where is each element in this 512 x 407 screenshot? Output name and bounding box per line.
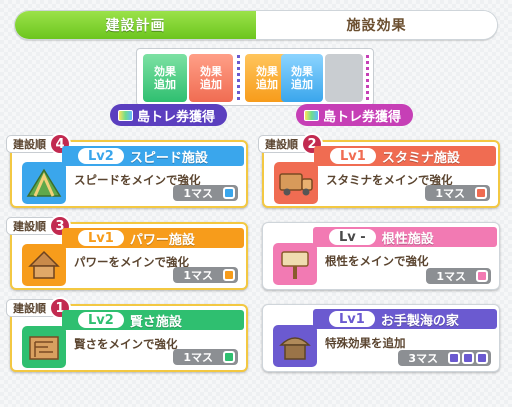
facility-description: 特殊効果を追加 (325, 336, 406, 350)
island-training-ticket-badge: 島トレ券獲得 (110, 104, 228, 126)
plan-slot-effect-add[interactable]: 効果 追加 (189, 54, 233, 102)
facility-name: 賢さ施設 (129, 314, 182, 330)
mass-square (462, 352, 474, 364)
facility-name: 根性施設 (381, 231, 434, 247)
level-badge: Lv - (329, 229, 376, 245)
plan-slot-effect-add[interactable]: 効果 追加 (143, 54, 187, 102)
facility-name: お手製海の家 (380, 313, 459, 329)
facility-card-wisdom[interactable]: 建設順 1 Lv2 賢さ施設 賢さをメインで強化 1マス (6, 297, 248, 372)
beach-house-icon (273, 325, 317, 367)
mass-square (223, 351, 235, 363)
facility-name: スピード施設 (129, 150, 208, 166)
construction-plan-slots: 効果 追加 効果 追加 効果 追加 効果 追加 (136, 48, 374, 106)
build-order-badge: 建設順 1 (6, 297, 71, 319)
ticket-icon (304, 109, 319, 121)
mass-indicator: 1マス (173, 349, 238, 365)
plan-divider (237, 55, 240, 101)
island-training-ticket-badge: 島トレ券獲得 (296, 104, 414, 126)
plan-slot-empty[interactable] (325, 54, 363, 102)
truck-icon (274, 162, 318, 204)
level-badge: Lv1 (330, 148, 376, 164)
build-order-badge: 建設順 2 (258, 133, 323, 155)
mass-indicator: 1マス (173, 267, 238, 283)
facility-card-guts[interactable]: Lv - 根性施設 根性をメインで強化 1マス (262, 222, 500, 290)
mass-indicator: 1マス (173, 185, 238, 201)
facility-header: Lv2 賢さ施設 (62, 310, 244, 330)
facility-header: Lv2 スピード施設 (62, 146, 244, 166)
level-badge: Lv1 (78, 230, 124, 246)
mass-indicator: 1マス (426, 268, 491, 284)
facility-header: Lv - 根性施設 (313, 227, 497, 247)
maze-board-icon (22, 326, 66, 368)
facility-card-speed[interactable]: 建設順 4 Lv2 スピード施設 スピードをメインで強化 1マス (6, 133, 248, 208)
mass-square (476, 352, 488, 364)
wood-hut-icon (22, 244, 66, 286)
tab-bar: 建設計画 施設効果 (14, 10, 498, 40)
mass-square (223, 187, 235, 199)
mass-square (475, 187, 487, 199)
facility-name: パワー施設 (129, 232, 195, 248)
mountain-track-icon (22, 162, 66, 204)
facility-card-stamina[interactable]: 建設順 2 Lv1 スタミナ施設 スタミナをメインで強化 1マス (258, 133, 500, 208)
level-badge: Lv2 (78, 312, 124, 328)
facility-header: Lv1 パワー施設 (62, 228, 244, 248)
build-order-badge: 建設順 3 (6, 215, 71, 237)
mass-square (476, 270, 488, 282)
facility-description: 賢さをメインで強化 (74, 337, 178, 351)
signboard-icon (273, 243, 317, 285)
level-badge: Lv2 (78, 148, 124, 164)
tab-facility-effect[interactable]: 施設効果 (256, 11, 497, 39)
level-badge: Lv1 (329, 311, 375, 327)
tab-construction-plan[interactable]: 建設計画 (15, 11, 256, 39)
mass-indicator: 1マス (425, 185, 490, 201)
facility-card-beach-house[interactable]: Lv1 お手製海の家 特殊効果を追加 3マス (262, 304, 500, 372)
plan-divider (366, 55, 369, 101)
facility-description: パワーをメインで強化 (74, 255, 189, 269)
mass-indicator: 3マス (398, 350, 491, 366)
mass-square (223, 269, 235, 281)
facility-name: スタミナ施設 (381, 150, 460, 166)
facility-header: Lv1 お手製海の家 (313, 309, 497, 329)
ticket-icon (118, 109, 133, 121)
plan-slot-effect-add[interactable]: 効果 追加 (281, 54, 323, 102)
mass-square (448, 352, 460, 364)
facility-header: Lv1 スタミナ施設 (314, 146, 496, 166)
facility-card-power[interactable]: 建設順 3 Lv1 パワー施設 パワーをメインで強化 1マス (6, 215, 248, 290)
facility-description: 根性をメインで強化 (325, 254, 429, 268)
build-order-badge: 建設順 4 (6, 133, 71, 155)
